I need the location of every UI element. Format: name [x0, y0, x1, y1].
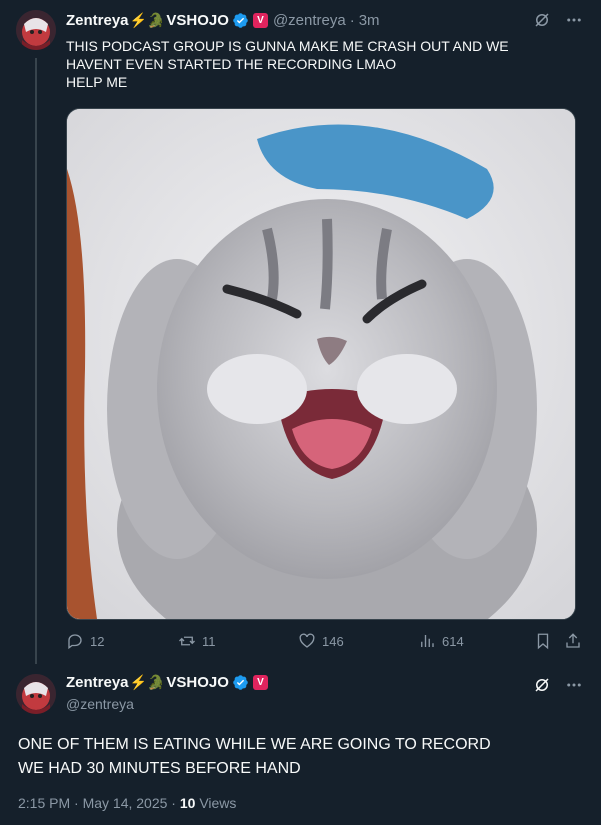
post-text-line: THIS PODCAST GROUP IS GUNNA MAKE ME CRAS… — [66, 38, 509, 54]
avatar[interactable] — [16, 10, 56, 50]
laughing-cat-photo — [67, 109, 575, 619]
post-text-line: ONE OF THEM IS EATING WHILE WE ARE GOING… — [18, 736, 491, 753]
second-post[interactable]: Zentreya ⚡🐊 VSHOJO V @zentreya ONE OF TH… — [0, 660, 601, 825]
post-header: Zentreya ⚡🐊 VSHOJO V — [66, 674, 268, 691]
handle[interactable]: @zentreya — [273, 12, 346, 29]
post-thread: Zentreya ⚡🐊 VSHOJO V @zentreya · 3m THIS… — [0, 0, 601, 825]
display-name[interactable]: Zentreya — [66, 12, 129, 29]
like-count: 146 — [322, 633, 344, 649]
verified-icon[interactable] — [232, 12, 249, 29]
bookmark-icon — [537, 633, 549, 650]
org-name[interactable]: VSHOJO — [166, 674, 229, 691]
grok-icon[interactable] — [533, 676, 551, 694]
repost-button[interactable]: 11 — [178, 630, 216, 652]
first-post[interactable]: Zentreya ⚡🐊 VSHOJO V @zentreya · 3m THIS… — [0, 0, 601, 664]
post-text-line: HAVENT EVEN STARTED THE RECORDING LMAO — [66, 56, 397, 72]
separator: · — [349, 11, 355, 29]
more-icon[interactable] — [565, 676, 583, 694]
share-icon — [566, 633, 580, 648]
affiliate-badge[interactable]: V — [252, 12, 268, 28]
display-name[interactable]: Zentreya — [66, 674, 129, 691]
name-emojis: ⚡🐊 — [129, 674, 165, 690]
more-icon[interactable] — [565, 11, 583, 29]
views-button[interactable]: 614 — [418, 630, 464, 652]
name-emojis: ⚡🐊 — [129, 11, 165, 28]
grok-icon[interactable] — [533, 11, 551, 29]
repost-icon — [179, 636, 195, 646]
post-text: ONE OF THEM IS EATING WHILE WE ARE GOING… — [18, 733, 491, 781]
view-count: 614 — [442, 633, 464, 649]
post-timestamp[interactable]: 2:15 PM · May 14, 2025 · — [18, 795, 180, 811]
like-button[interactable]: 146 — [298, 630, 344, 652]
org-name[interactable]: VSHOJO — [166, 12, 229, 29]
post-text-line: WE HAD 30 MINUTES BEFORE HAND — [18, 760, 301, 777]
verified-icon[interactable] — [232, 674, 249, 691]
views-icon — [421, 635, 434, 647]
timestamp[interactable]: 3m — [359, 12, 380, 29]
bookmark-button[interactable] — [534, 630, 552, 652]
post-text: THIS PODCAST GROUP IS GUNNA MAKE ME CRAS… — [66, 37, 586, 91]
repost-count: 11 — [202, 633, 216, 649]
reply-icon — [68, 634, 82, 650]
like-icon — [299, 633, 315, 648]
post-meta: 2:15 PM · May 14, 2025 · 10 Views — [18, 795, 236, 811]
post-media[interactable] — [66, 108, 576, 620]
reply-button[interactable]: 12 — [66, 630, 104, 652]
views-label: Views — [195, 795, 237, 811]
reply-count: 12 — [90, 633, 105, 649]
post-top-actions — [533, 676, 583, 694]
post-actions: 12 11 146 614 — [66, 630, 586, 652]
post-top-actions — [533, 11, 583, 29]
post-header: Zentreya ⚡🐊 VSHOJO V @zentreya · 3m — [66, 10, 380, 30]
share-button[interactable] — [564, 630, 582, 652]
thread-connector — [35, 58, 37, 664]
avatar[interactable] — [16, 674, 56, 714]
post-text-line: HELP ME — [66, 74, 128, 90]
affiliate-badge[interactable]: V — [252, 675, 268, 690]
handle[interactable]: @zentreya — [66, 696, 134, 712]
view-count: 10 — [179, 795, 196, 811]
